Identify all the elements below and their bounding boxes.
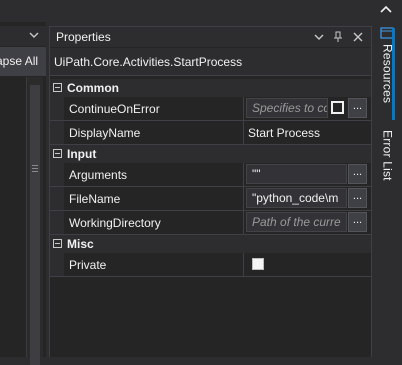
category-label: Common	[67, 81, 119, 95]
properties-panel: Properties UiPath.Core.Activities.StartP…	[49, 26, 372, 357]
property-name: ContinueOnError	[69, 102, 160, 116]
collapse-toggle-icon[interactable]	[53, 83, 62, 92]
grip-icon	[32, 165, 38, 172]
category-common[interactable]: Common	[50, 79, 371, 97]
filename-field[interactable]: "python_code\m	[246, 188, 347, 208]
property-row-displayname[interactable]: DisplayName Start Process	[50, 121, 371, 145]
activity-name: UiPath.Core.Activities.StartProcess	[54, 55, 243, 69]
property-name: FileName	[69, 192, 121, 206]
property-name: Arguments	[69, 168, 128, 182]
ellipsis-button[interactable]: ...	[348, 212, 367, 232]
column-divider[interactable]	[243, 97, 244, 120]
right-dock: Resources Error List	[373, 22, 402, 357]
continueonerror-field[interactable]: Specifies to co	[246, 98, 328, 118]
pin-icon[interactable]	[331, 30, 345, 44]
chevron-up-icon[interactable]	[378, 2, 394, 18]
workingdirectory-field[interactable]: Path of the curre	[246, 212, 347, 232]
arguments-field[interactable]: ""	[246, 164, 347, 184]
ellipsis-button[interactable]: ...	[348, 188, 367, 208]
tab-resources[interactable]: Resources	[373, 44, 402, 120]
column-divider[interactable]	[243, 187, 244, 210]
category-input[interactable]: Input	[50, 145, 371, 163]
row-gutter	[50, 253, 64, 276]
collapse-toggle-icon[interactable]	[53, 149, 62, 158]
activity-bar: UiPath.Core.Activities.StartProcess	[50, 48, 371, 76]
left-toolbar: apse All	[0, 47, 46, 76]
category-label: Input	[67, 147, 97, 161]
property-row-workingdirectory[interactable]: WorkingDirectory Path of the curre ...	[50, 211, 371, 235]
tab-error-list[interactable]: Error List	[373, 130, 402, 200]
row-gutter	[50, 97, 64, 120]
properties-title: Properties	[56, 30, 111, 44]
column-divider[interactable]	[243, 253, 244, 276]
left-list	[0, 77, 26, 357]
category-label: Misc	[67, 237, 94, 251]
private-checkbox[interactable]	[252, 258, 264, 270]
chevron-down-icon[interactable]	[28, 29, 40, 41]
left-scrollbar[interactable]	[26, 77, 43, 365]
tab-label: Resources	[380, 44, 395, 104]
left-panel-header	[0, 26, 46, 46]
row-gutter	[50, 187, 64, 210]
property-name: Private	[69, 258, 107, 272]
tab-label: Error List	[380, 130, 395, 181]
property-name: WorkingDirectory	[69, 216, 161, 230]
square-toggle-icon[interactable]	[331, 101, 344, 114]
property-name: DisplayName	[69, 126, 141, 140]
property-row-filename[interactable]: FileName "python_code\m ...	[50, 187, 371, 211]
close-icon[interactable]	[351, 30, 365, 44]
row-gutter	[50, 211, 64, 234]
collapse-toggle-icon[interactable]	[53, 239, 62, 248]
ellipsis-button[interactable]: ...	[348, 98, 367, 118]
property-grid: Common ContinueOnError Specifies to co .…	[50, 79, 371, 277]
top-bar	[0, 0, 402, 22]
column-divider[interactable]	[243, 211, 244, 234]
property-row-arguments[interactable]: Arguments "" ...	[50, 163, 371, 187]
row-gutter	[50, 121, 64, 144]
column-divider[interactable]	[243, 163, 244, 186]
displayname-value[interactable]: Start Process	[248, 126, 320, 140]
category-misc[interactable]: Misc	[50, 235, 371, 253]
scrollbar-thumb[interactable]	[30, 85, 40, 365]
property-row-continueonerror[interactable]: ContinueOnError Specifies to co ...	[50, 97, 371, 121]
properties-header: Properties	[50, 27, 371, 47]
ellipsis-button[interactable]: ...	[348, 164, 367, 184]
column-divider[interactable]	[243, 121, 244, 144]
property-row-private[interactable]: Private	[50, 253, 371, 277]
chevron-down-icon[interactable]	[312, 30, 326, 44]
collapse-all-button[interactable]: apse All	[0, 54, 38, 68]
row-gutter	[50, 163, 64, 186]
